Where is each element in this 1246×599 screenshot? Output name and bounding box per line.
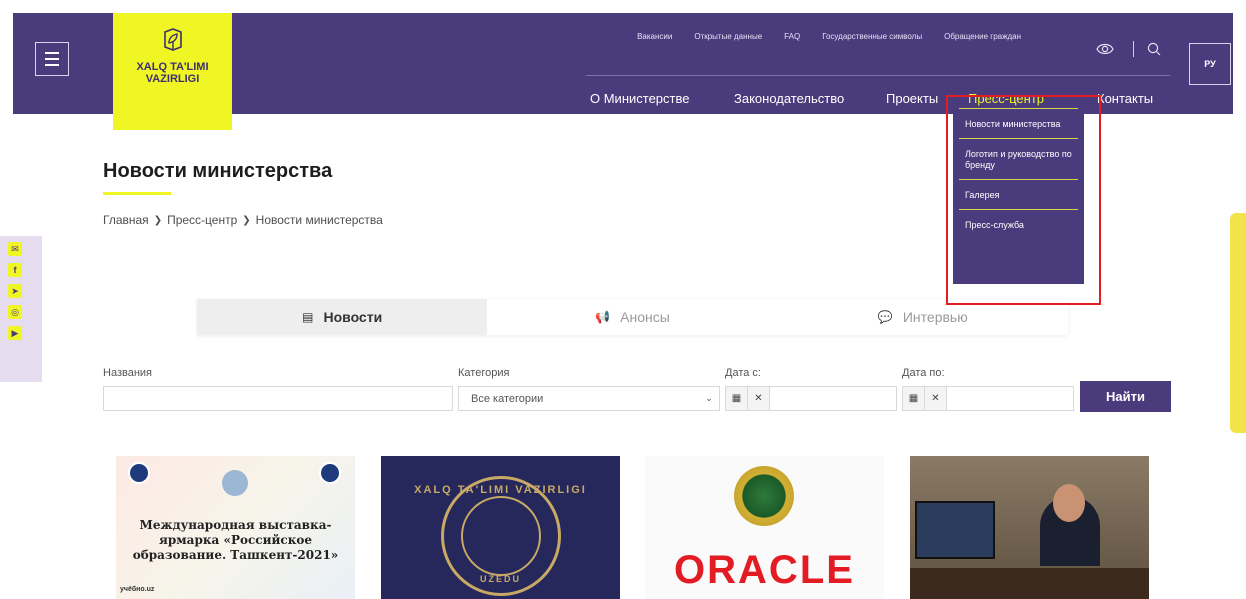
name-label: Названия [103, 367, 152, 379]
breadcrumb-current: Новости министерства [255, 213, 383, 227]
menu-icon [45, 52, 59, 54]
nav-projects[interactable]: Проекты [886, 91, 938, 106]
megaphone-icon: 📢 [595, 310, 611, 324]
date-to-label: Дата по: [902, 367, 945, 379]
partner-logo [319, 462, 341, 484]
book-leaf-icon [163, 28, 182, 51]
nav-legislation[interactable]: Законодательство [734, 91, 844, 106]
category-select[interactable]: Все категории ⌄ [458, 386, 720, 411]
feedback-side-tab[interactable] [1230, 213, 1246, 433]
tab-announcements[interactable]: 📢 Анонсы [487, 299, 778, 335]
eye-icon[interactable] [1096, 42, 1114, 56]
newspaper-icon: ▤ [302, 310, 314, 324]
clear-icon[interactable]: ✕ [925, 387, 947, 410]
news-card[interactable]: Международная выставка-ярмарка «Российск… [116, 456, 355, 599]
page: XALQ TA'LIMI VAZIRLIGI Вакансии Открытые… [0, 0, 1246, 599]
chevron-right-icon: ❯ [242, 214, 251, 226]
news-card[interactable]: ORACLE [645, 456, 884, 599]
title-underline [103, 192, 171, 195]
calendar-icon[interactable]: ▦ [726, 387, 748, 410]
news-tabs: ▤ Новости 📢 Анонсы 💬 Интервью [197, 299, 1068, 335]
top-link-appeals[interactable]: Обращение граждан [944, 32, 1021, 41]
instagram-icon[interactable]: ◎ [8, 305, 22, 319]
top-link-faq[interactable]: FAQ [784, 32, 800, 41]
name-input[interactable] [103, 386, 453, 411]
nav-divider [586, 75, 1170, 76]
logo-line2: VAZIRLIGI [145, 73, 200, 85]
chevron-right-icon: ❯ [153, 214, 163, 226]
logo[interactable]: XALQ TA'LIMI VAZIRLIGI [113, 13, 232, 130]
calendar-icon[interactable]: ▦ [903, 387, 925, 410]
breadcrumb-press-center[interactable]: Пресс-центр [167, 213, 237, 227]
emblem-text: XALQ TA'LIMI VAZIRLIGI [414, 484, 587, 496]
date-from-field[interactable]: ▦ ✕ [725, 386, 897, 411]
top-link-state-symbols[interactable]: Государственные символы [822, 32, 922, 41]
tab-news[interactable]: ▤ Новости [197, 299, 488, 335]
top-link-open-data[interactable]: Открытые данные [694, 32, 762, 41]
breadcrumb-home[interactable]: Главная [103, 213, 149, 227]
news-card[interactable] [910, 456, 1149, 599]
nav-about[interactable]: О Министерстве [590, 91, 689, 106]
telegram-icon[interactable]: ➤ [8, 284, 22, 298]
card-image-small-text: учёбно.uz [120, 586, 155, 593]
news-card[interactable]: XALQ TA'LIMI VAZIRLIGI UZEDU [381, 456, 620, 599]
search-icon[interactable] [1147, 42, 1161, 56]
chat-icon: 💬 [877, 310, 893, 324]
logo-line1: XALQ TA'LIMI [136, 61, 209, 73]
nav-contacts[interactable]: Контакты [1097, 91, 1153, 106]
social-sidebar: ✉ f ➤ ◎ ▶ [0, 236, 42, 382]
language-button[interactable]: РУ [1189, 43, 1231, 85]
category-value: Все категории [471, 392, 544, 405]
category-label: Категория [458, 367, 510, 379]
chevron-down-icon: ⌄ [705, 393, 713, 403]
menu-button[interactable] [35, 42, 69, 76]
video-screen [915, 501, 995, 559]
mail-icon[interactable]: ✉ [8, 242, 22, 256]
partner-logo [128, 462, 150, 484]
oracle-logo: ORACLE [674, 548, 855, 592]
partner-logo [221, 470, 248, 496]
clear-icon[interactable]: ✕ [748, 387, 770, 410]
desk [910, 568, 1149, 599]
emblem-inner [461, 496, 541, 576]
page-title: Новости министерства [103, 160, 333, 182]
breadcrumb: Главная ❯ Пресс-центр ❯ Новости министер… [103, 213, 383, 227]
state-emblem [734, 466, 794, 526]
highlight-box [946, 95, 1101, 305]
card-image-text: Международная выставка-ярмарка «Российск… [132, 518, 339, 562]
date-to-field[interactable]: ▦ ✕ [902, 386, 1074, 411]
youtube-icon[interactable]: ▶ [8, 326, 22, 340]
find-button[interactable]: Найти [1080, 381, 1171, 412]
date-from-label: Дата с: [725, 367, 761, 379]
emblem-bottom-text: UZEDU [480, 574, 521, 584]
top-links: Вакансии Открытые данные FAQ Государстве… [637, 32, 1021, 41]
divider [1133, 41, 1134, 57]
top-link-vacancies[interactable]: Вакансии [637, 32, 672, 41]
facebook-icon[interactable]: f [8, 263, 22, 277]
